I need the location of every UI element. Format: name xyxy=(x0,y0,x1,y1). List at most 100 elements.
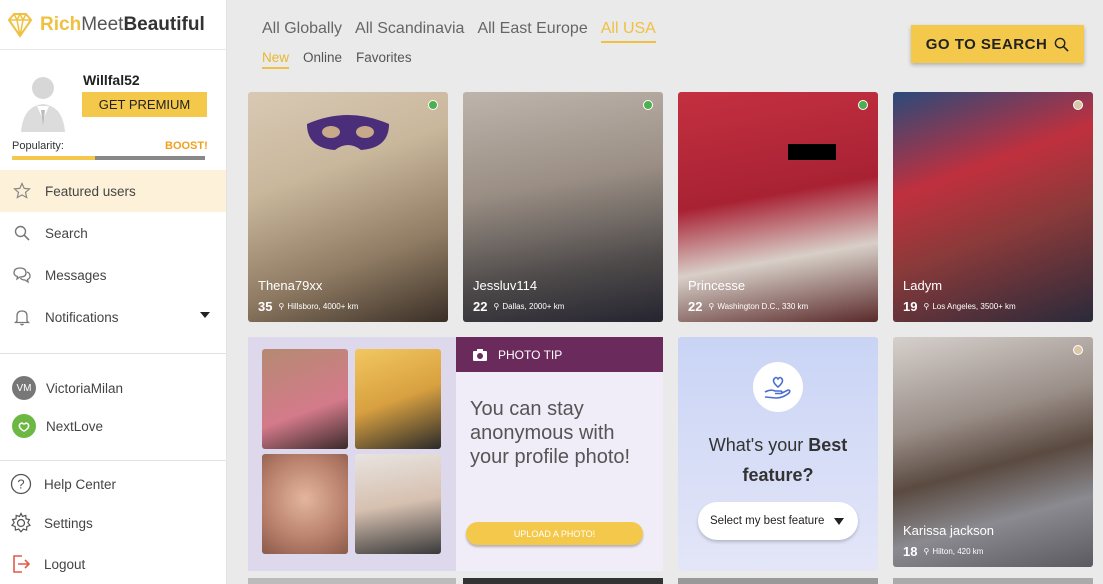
logo-text-meet: Meet xyxy=(81,13,124,35)
status-dot xyxy=(1073,345,1083,355)
status-dot xyxy=(428,100,438,110)
bottom-label: Settings xyxy=(44,515,93,531)
photo-collage xyxy=(248,337,456,571)
user-name: Thena79xx xyxy=(258,278,323,293)
help-center-link[interactable]: ? Help Center xyxy=(10,473,116,495)
sidebar: Rich Meet Beautiful Willfal52 GET PREMIUM … xyxy=(0,0,227,584)
search-icon xyxy=(12,223,32,243)
photo-tip-header: PHOTO TIP xyxy=(456,337,663,372)
menu-label: Featured users xyxy=(45,183,136,199)
nextlove-link[interactable]: NextLove xyxy=(12,414,103,438)
boost-link[interactable]: BOOST! xyxy=(165,140,208,152)
messages-icon xyxy=(12,265,32,285)
best-feature-select[interactable]: Select my best feature xyxy=(698,502,858,540)
user-location: Washington D.C., 330 km xyxy=(717,302,809,311)
logo[interactable]: Rich Meet Beautiful xyxy=(0,0,226,50)
gear-icon xyxy=(10,512,32,534)
diamond-icon xyxy=(7,11,33,38)
main-menu: Featured users Search Messages Notificat… xyxy=(0,170,226,338)
go-to-search-button[interactable]: GO TO SEARCH xyxy=(911,25,1084,63)
location-pin-icon: ⚲ xyxy=(708,302,715,311)
menu-item-notifications[interactable]: Notifications xyxy=(0,296,226,338)
photo-tip-text: You can stay anonymous with your profile… xyxy=(470,398,631,468)
user-meta: 22 ⚲ Washington D.C., 330 km xyxy=(688,299,808,314)
status-dot xyxy=(858,100,868,110)
photo-tip-card: PHOTO TIP You can stay anonymous with yo… xyxy=(456,337,663,571)
external-label: NextLove xyxy=(46,418,104,434)
status-dot xyxy=(1073,100,1083,110)
tab-all-east-europe[interactable]: All East Europe xyxy=(477,20,587,43)
victoriamilan-link[interactable]: VM VictoriaMilan xyxy=(12,376,123,400)
collage-photo xyxy=(262,349,348,449)
tab-all-scandinavia[interactable]: All Scandinavia xyxy=(355,20,464,43)
get-premium-button[interactable]: GET PREMIUM xyxy=(82,92,207,117)
user-location: Hilton, 420 km xyxy=(932,547,984,556)
user-card[interactable]: Karissa jackson 18 ⚲ Hilton, 420 km xyxy=(893,337,1093,567)
user-card[interactable]: Jessluv114 22 ⚲ Dallas, 2000+ km xyxy=(463,92,663,322)
search-icon xyxy=(1054,37,1069,52)
next-row-card xyxy=(248,578,456,584)
star-icon xyxy=(12,181,32,201)
user-age: 22 xyxy=(473,299,488,314)
svg-text:?: ? xyxy=(17,477,24,492)
bell-icon xyxy=(12,307,32,327)
location-pin-icon: ⚲ xyxy=(278,302,285,311)
popularity-label: Popularity: xyxy=(12,140,64,152)
go-to-search-label: GO TO SEARCH xyxy=(925,35,1048,53)
tab-favorites[interactable]: Favorites xyxy=(356,50,412,69)
user-age: 35 xyxy=(258,299,273,314)
popularity-bar-fill xyxy=(12,156,95,160)
user-card[interactable]: Princesse 22 ⚲ Washington D.C., 330 km xyxy=(678,92,878,322)
divider xyxy=(0,460,226,461)
tab-all-globally[interactable]: All Globally xyxy=(262,20,342,43)
best-feature-card: What's your Best feature? Select my best… xyxy=(678,337,878,571)
sub-tabs: New Online Favorites xyxy=(262,50,426,69)
tab-online[interactable]: Online xyxy=(303,50,342,69)
external-label: VictoriaMilan xyxy=(46,380,124,396)
menu-item-search[interactable]: Search xyxy=(0,212,226,254)
user-location: Hillsboro, 4000+ km xyxy=(287,302,359,311)
settings-link[interactable]: Settings xyxy=(10,512,93,534)
photo-tip-title: PHOTO TIP xyxy=(498,347,563,362)
tab-all-usa[interactable]: All USA xyxy=(600,20,656,43)
user-name: Karissa jackson xyxy=(903,523,995,538)
divider xyxy=(0,353,226,354)
user-meta: 35 ⚲ Hillsboro, 4000+ km xyxy=(258,299,358,314)
popularity-bar xyxy=(12,156,205,160)
user-card[interactable]: Thena79xx 35 ⚲ Hillsboro, 4000+ km xyxy=(248,92,448,322)
location-pin-icon: ⚲ xyxy=(923,547,930,556)
nextlove-logo-icon xyxy=(12,414,36,438)
user-age: 18 xyxy=(903,544,918,559)
avatar[interactable] xyxy=(17,70,69,132)
menu-item-messages[interactable]: Messages xyxy=(0,254,226,296)
location-pin-icon: ⚲ xyxy=(923,302,930,311)
collage-photo xyxy=(355,349,441,449)
user-meta: 19 ⚲ Los Angeles, 3500+ km xyxy=(903,299,1016,314)
logout-link[interactable]: Logout xyxy=(10,553,85,575)
collage-photo xyxy=(355,454,441,554)
upload-photo-button[interactable]: UPLOAD A PHOTO! xyxy=(466,522,643,545)
user-name: Jessluv114 xyxy=(473,278,538,293)
next-row-card xyxy=(678,578,878,584)
camera-icon xyxy=(473,348,487,361)
user-card[interactable]: Ladym 19 ⚲ Los Angeles, 3500+ km xyxy=(893,92,1093,322)
censor-bar xyxy=(788,144,836,160)
user-location: Dallas, 2000+ km xyxy=(502,302,565,311)
question-end: feature? xyxy=(742,465,814,485)
username: Willfal52 xyxy=(83,72,140,88)
question-bold: Best xyxy=(808,435,848,455)
tab-new[interactable]: New xyxy=(262,50,290,69)
user-meta: 22 ⚲ Dallas, 2000+ km xyxy=(473,299,564,314)
logout-icon xyxy=(10,553,32,575)
chevron-down-icon[interactable] xyxy=(200,312,210,318)
logo-text-beautiful: Beautiful xyxy=(123,13,205,35)
collage-photo xyxy=(262,454,348,554)
location-pin-icon: ⚲ xyxy=(493,302,500,311)
user-meta: 18 ⚲ Hilton, 420 km xyxy=(903,544,983,559)
user-location: Los Angeles, 3500+ km xyxy=(932,302,1016,311)
user-name: Ladym xyxy=(903,278,943,293)
logo-text-rich: Rich xyxy=(40,13,82,35)
bottom-label: Help Center xyxy=(44,476,117,492)
bottom-label: Logout xyxy=(44,556,86,572)
menu-item-featured-users[interactable]: Featured users xyxy=(0,170,226,212)
